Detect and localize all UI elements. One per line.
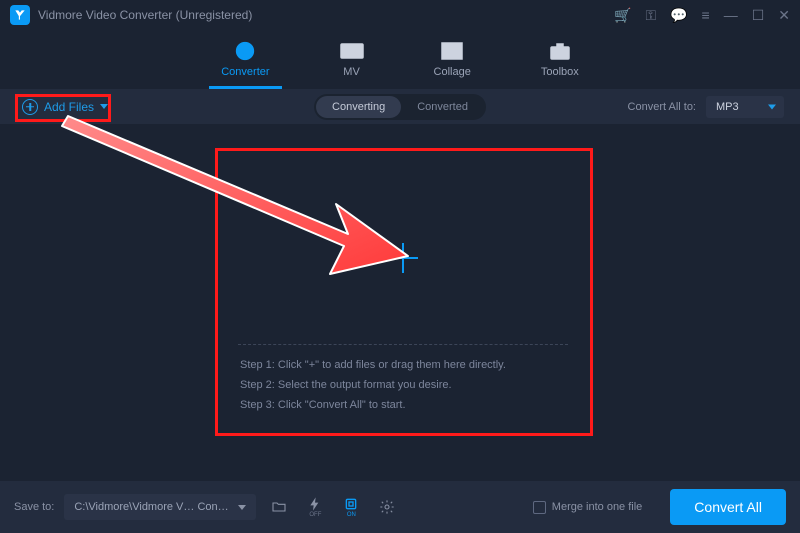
tab-collage-label: Collage — [434, 66, 471, 78]
merge-checkbox[interactable]: Merge into one file — [533, 501, 643, 514]
dropzone-click-area[interactable] — [228, 172, 578, 344]
menu-icon[interactable]: ≡ — [702, 7, 710, 23]
settings-button[interactable] — [374, 494, 400, 520]
hw-accel-toggle[interactable]: OFF — [302, 494, 328, 520]
tab-mv-label: MV — [343, 66, 360, 78]
mv-icon — [340, 40, 364, 62]
window-controls: 🛒 ⚿ 💬 ≡ — ☐ ✕ — [614, 7, 790, 24]
convert-all-button[interactable]: Convert All — [670, 489, 786, 525]
minimize-button[interactable]: — — [724, 7, 738, 23]
convert-all-to-label: Convert All to: — [628, 101, 696, 113]
save-to-path: C:\Vidmore\Vidmore V… Converter\Converte… — [74, 501, 230, 513]
tab-toolbox[interactable]: Toolbox — [535, 36, 585, 88]
tab-converted[interactable]: Converted — [401, 96, 484, 118]
main-area: Step 1: Click "+" to add files or drag t… — [0, 124, 800, 504]
cart-icon[interactable]: 🛒 — [614, 7, 631, 24]
tab-toolbox-label: Toolbox — [541, 66, 579, 78]
instructions: Step 1: Click "+" to add files or drag t… — [228, 345, 578, 425]
toolbox-icon — [549, 40, 571, 62]
maximize-button[interactable]: ☐ — [752, 7, 765, 24]
step-2: Step 2: Select the output format you des… — [240, 379, 566, 391]
save-to-select[interactable]: C:\Vidmore\Vidmore V… Converter\Converte… — [64, 494, 256, 520]
close-button[interactable]: ✕ — [778, 7, 790, 24]
top-nav: Converter MV Collage Toolbox — [0, 30, 800, 88]
status-tabs: Converting Converted — [314, 94, 486, 120]
save-to-label: Save to: — [14, 501, 54, 513]
tab-converter-label: Converter — [221, 66, 269, 78]
add-files-button[interactable]: Add Files — [16, 96, 114, 118]
add-plus-icon[interactable] — [388, 243, 418, 273]
titlebar: Vidmore Video Converter (Unregistered) 🛒… — [0, 0, 800, 30]
dropdown-caret-icon — [100, 104, 108, 109]
key-icon[interactable]: ⚿ — [645, 7, 656, 24]
checkbox-icon — [533, 501, 546, 514]
dropzone[interactable]: Step 1: Click "+" to add files or drag t… — [228, 172, 578, 444]
bottom-bar: Save to: C:\Vidmore\Vidmore V… Converter… — [0, 481, 800, 533]
open-folder-button[interactable] — [266, 494, 292, 520]
tab-converter[interactable]: Converter — [215, 36, 275, 88]
window-title: Vidmore Video Converter (Unregistered) — [38, 8, 252, 22]
collage-icon — [441, 40, 463, 62]
tab-converting[interactable]: Converting — [316, 96, 401, 118]
merge-label: Merge into one file — [552, 501, 643, 513]
gpu-accel-toggle[interactable]: ON — [338, 494, 364, 520]
plus-circle-icon — [22, 99, 38, 115]
converter-icon — [234, 40, 256, 62]
chevron-down-icon — [238, 505, 246, 510]
tab-mv[interactable]: MV — [334, 36, 370, 88]
tab-collage[interactable]: Collage — [428, 36, 477, 88]
convert-all-to: Convert All to: MP3 — [628, 96, 784, 118]
add-files-label: Add Files — [44, 100, 94, 114]
step-1: Step 1: Click "+" to add files or drag t… — [240, 359, 566, 371]
sub-toolbar: Add Files Converting Converted Convert A… — [0, 88, 800, 124]
app-logo — [10, 5, 30, 25]
feedback-icon[interactable]: 💬 — [670, 7, 687, 24]
output-format-select[interactable]: MP3 — [706, 96, 784, 118]
step-3: Step 3: Click "Convert All" to start. — [240, 399, 566, 411]
